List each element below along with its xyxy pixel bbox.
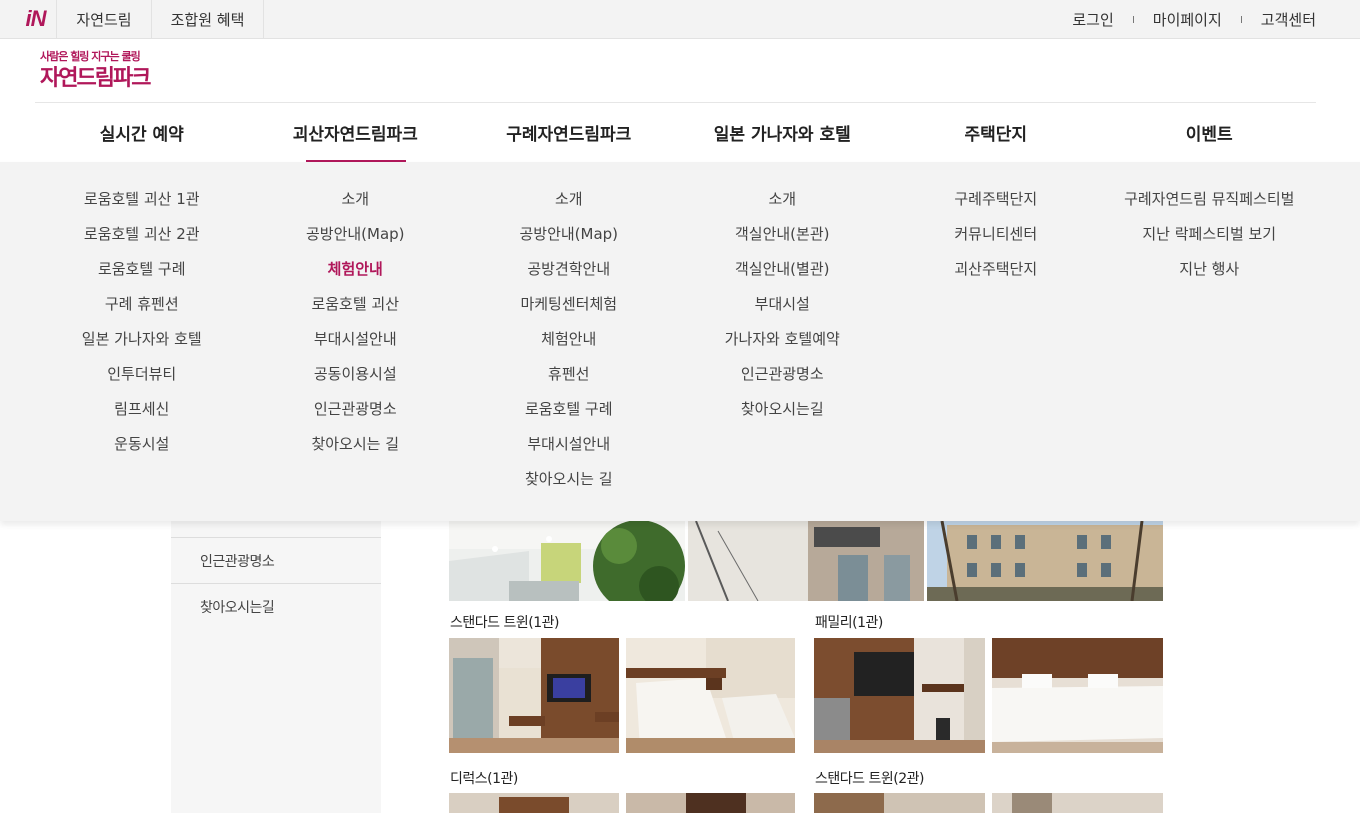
room-title-standard-twin-2: 스탠다드 트윈(2관)	[815, 771, 924, 787]
top-tab-jayeondream[interactable]: 자연드림	[57, 0, 152, 38]
mega-menu-item[interactable]: 로움호텔 괴산 2관	[84, 217, 200, 252]
gnb-goesan-park[interactable]: 괴산자연드림파크	[249, 103, 463, 162]
mega-menu-item[interactable]: 인근관광명소	[741, 357, 824, 392]
mega-col-1: 소개 공방안내(Map) 체험안내 로움호텔 괴산 부대시설안내 공동이용시설 인근관광명소…	[249, 182, 463, 497]
mega-menu-item[interactable]: 부대시설안내	[527, 427, 610, 462]
mega-menu-item[interactable]: 소개	[341, 182, 369, 217]
room-photo[interactable]	[992, 638, 1163, 753]
mega-menu: 로움호텔 괴산 1관 로움호텔 괴산 2관 로움호텔 구례 구례 휴펜션 일본 가나자와…	[0, 162, 1360, 521]
site-logo[interactable]: 사람은 힐링 지구는 쿨링 자연드림파크	[40, 49, 170, 93]
room-photo[interactable]	[814, 793, 985, 813]
divider	[1240, 15, 1242, 23]
mega-menu-item[interactable]: 찾아오시는길	[741, 392, 824, 427]
mega-menu-item[interactable]: 로움호텔 괴산	[311, 287, 399, 322]
sidebar-item-directions[interactable]: 찾아오시는길	[171, 583, 381, 629]
sub-sidebar: 인근관광명소 찾아오시는길	[171, 521, 381, 813]
mega-menu-item[interactable]: 객실안내(본관)	[735, 217, 830, 252]
mega-menu-item[interactable]: 커뮤니티센터	[954, 217, 1037, 252]
mega-menu-item[interactable]: 운동시설	[114, 427, 169, 462]
mega-menu-item[interactable]: 괴산주택단지	[954, 252, 1037, 287]
gnb-event[interactable]: 이벤트	[1103, 103, 1317, 162]
mega-menu-item[interactable]: 구례자연드림 뮤직페스티벌	[1124, 182, 1294, 217]
mega-col-2: 소개 공방안내(Map) 공방견학안내 마케팅센터체험 체험안내 휴펜선 로움호텔 구례 부대…	[462, 182, 676, 497]
room-photo[interactable]	[449, 638, 619, 753]
logo-slogan: 사람은 힐링 지구는 쿨링	[40, 50, 141, 63]
mega-menu-item[interactable]: 찾아오시는 길	[525, 462, 613, 497]
mega-menu-item[interactable]: 공동이용시설	[314, 357, 397, 392]
mega-menu-item[interactable]: 인투더뷰티	[107, 357, 176, 392]
top-tab-member-benefits[interactable]: 조합원 혜택	[152, 0, 264, 38]
lobby-photo	[449, 521, 685, 601]
mega-menu-item[interactable]: 체험안내	[541, 322, 596, 357]
room-title-standard-twin-1: 스탠다드 트윈(1관)	[450, 615, 559, 631]
mega-menu-item[interactable]: 객실안내(별관)	[735, 252, 830, 287]
mega-menu-columns: 로움호텔 괴산 1관 로움호텔 괴산 2관 로움호텔 구례 구례 휴펜션 일본 가나자와…	[35, 182, 1316, 497]
mega-menu-item[interactable]: 로움호텔 구례	[525, 392, 613, 427]
mega-menu-item[interactable]: 림프세신	[114, 392, 169, 427]
gnb-kanazawa-hotel[interactable]: 일본 가나자와 호텔	[676, 103, 890, 162]
mega-menu-item[interactable]: 마케팅센터체험	[520, 287, 617, 322]
sidebar-item-nearby-attractions[interactable]: 인근관광명소	[171, 537, 381, 583]
mega-menu-item[interactable]: 체험안내	[328, 252, 383, 287]
entrance-photo	[688, 521, 924, 601]
room-photo[interactable]	[626, 793, 795, 813]
mega-menu-item[interactable]: 소개	[555, 182, 583, 217]
top-utility-bar: iN 자연드림 조합원 혜택 로그인 마이페이지 고객센터	[0, 0, 1360, 39]
mega-menu-item[interactable]: 가나자와 호텔예약	[725, 322, 840, 357]
mega-col-3: 소개 객실안내(본관) 객실안내(별관) 부대시설 가나자와 호텔예약 인근관광명소 찾아오…	[676, 182, 890, 497]
building-photo	[927, 521, 1163, 601]
gnb-realtime-reservation[interactable]: 실시간 예약	[35, 103, 249, 162]
mypage-link[interactable]: 마이페이지	[1153, 9, 1222, 30]
divider	[1132, 15, 1134, 23]
main-nav: 실시간 예약 괴산자연드림파크 구례자연드림파크 일본 가나자와 호텔 주택단지…	[35, 103, 1316, 162]
logo-name: 자연드림파크	[40, 65, 151, 91]
in-logo-text: iN	[25, 6, 47, 31]
mega-menu-item[interactable]: 구례주택단지	[954, 182, 1037, 217]
room-title-family-1: 패밀리(1관)	[815, 615, 883, 631]
room-photo[interactable]	[814, 638, 985, 753]
mega-menu-item[interactable]: 로움호텔 구례	[98, 252, 186, 287]
mega-col-5: 구례자연드림 뮤직페스티벌 지난 락페스티벌 보기 지난 행사	[1103, 182, 1317, 497]
top-links: 로그인 마이페이지 고객센터	[1072, 0, 1316, 38]
room-photo[interactable]	[626, 638, 795, 753]
gnb-gurye-park[interactable]: 구례자연드림파크	[462, 103, 676, 162]
mega-menu-item[interactable]: 공방견학안내	[527, 252, 610, 287]
mega-menu-item[interactable]: 구례 휴펜션	[105, 287, 179, 322]
mega-menu-item[interactable]: 공방안내(Map)	[306, 217, 405, 252]
mega-menu-item[interactable]: 인근관광명소	[314, 392, 397, 427]
mega-menu-item[interactable]: 찾아오시는 길	[311, 427, 399, 462]
gnb-housing[interactable]: 주택단지	[889, 103, 1103, 162]
room-photo[interactable]	[992, 793, 1163, 813]
mega-menu-item[interactable]: 공방안내(Map)	[519, 217, 618, 252]
room-photo[interactable]	[449, 793, 619, 813]
in-logo[interactable]: iN	[15, 0, 57, 38]
mega-menu-item[interactable]: 지난 행사	[1179, 252, 1239, 287]
mega-col-0: 로움호텔 괴산 1관 로움호텔 괴산 2관 로움호텔 구례 구례 휴펜션 일본 가나자와…	[35, 182, 249, 497]
mega-menu-item[interactable]: 부대시설안내	[314, 322, 397, 357]
mega-menu-item[interactable]: 지난 락페스티벌 보기	[1142, 217, 1276, 252]
login-link[interactable]: 로그인	[1072, 9, 1113, 30]
mega-menu-item[interactable]: 소개	[768, 182, 796, 217]
room-title-deluxe-1: 디럭스(1관)	[450, 771, 518, 787]
mega-menu-item[interactable]: 로움호텔 괴산 1관	[84, 182, 200, 217]
mega-col-4: 구례주택단지 커뮤니티센터 괴산주택단지	[889, 182, 1103, 497]
mega-menu-item[interactable]: 휴펜선	[548, 357, 589, 392]
mega-menu-item[interactable]: 부대시설	[755, 287, 810, 322]
customer-center-link[interactable]: 고객센터	[1261, 9, 1316, 30]
mega-menu-item[interactable]: 일본 가나자와 호텔	[82, 322, 202, 357]
